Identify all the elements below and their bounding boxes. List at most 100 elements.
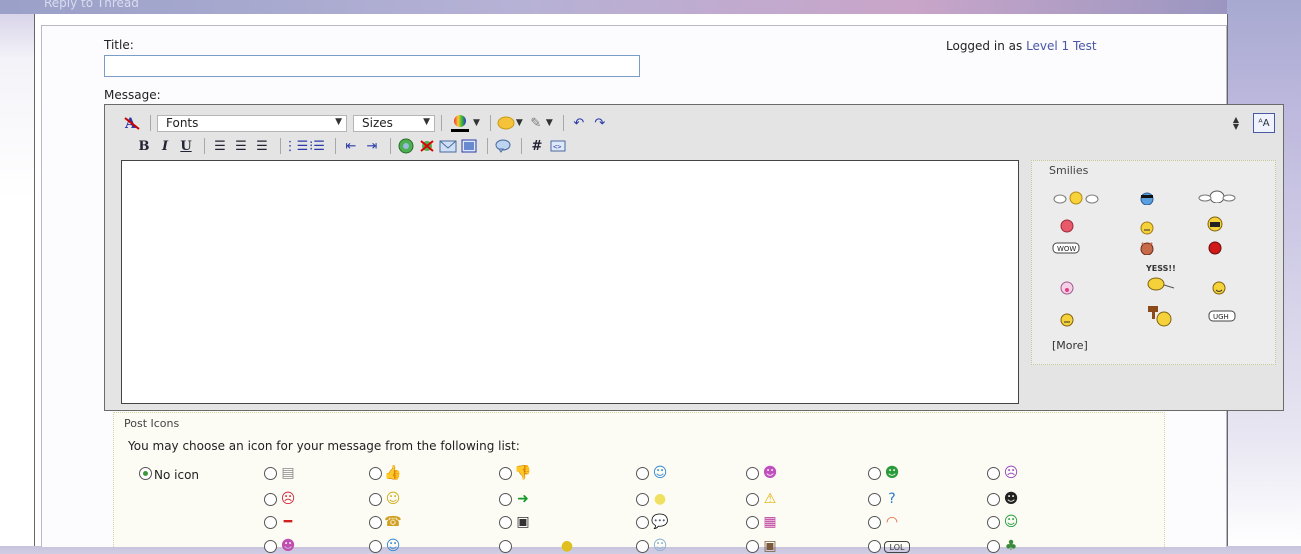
hammer-smilie-icon[interactable]: [1142, 305, 1174, 327]
teeth-icon: ☻: [884, 465, 900, 481]
redo-icon[interactable]: ↷: [591, 114, 609, 132]
bold-icon[interactable]: B: [135, 137, 153, 155]
insert-email-icon[interactable]: [439, 137, 457, 155]
switch-mode-button[interactable]: ᴬA: [1253, 113, 1275, 133]
question-icon: ?: [888, 491, 896, 507]
title-input[interactable]: [104, 55, 640, 77]
post-icon-radio-none[interactable]: [139, 467, 152, 480]
chevron-down-icon[interactable]: ▼: [473, 118, 480, 128]
toolbar-separator: [487, 138, 488, 154]
post-icon-radio-rainbow[interactable]: [868, 516, 881, 529]
post-icon-radio-warning[interactable]: [746, 493, 759, 506]
unordered-list-icon[interactable]: ⁝☰: [308, 137, 326, 155]
resize-arrows-icon[interactable]: ▲ ▼: [1233, 116, 1239, 131]
undo-icon[interactable]: ↶: [570, 114, 588, 132]
post-icon-radio-thumbs-up[interactable]: [369, 467, 382, 480]
post-icon-radio-grin-pink[interactable]: [264, 540, 277, 553]
post-icon-radio-arrow-right[interactable]: [499, 493, 512, 506]
post-icon-radio-blank-yellow[interactable]: [499, 540, 512, 553]
toolbar-separator: [521, 138, 522, 154]
post-icon-radio-rainbow-box[interactable]: [746, 516, 759, 529]
post-icon-radio-laugh-blue[interactable]: [369, 540, 382, 553]
remove-format-icon[interactable]: A: [123, 114, 141, 132]
post-icon-radio-speech[interactable]: [636, 516, 649, 529]
neutral-smilie-icon[interactable]: [1136, 221, 1158, 235]
wave-smilie-icon[interactable]: [1052, 191, 1100, 205]
post-icon-radio-smile[interactable]: [369, 493, 382, 506]
unlink-icon[interactable]: [418, 137, 436, 155]
wow-smilie-icon[interactable]: WOW: [1052, 241, 1080, 255]
post-icon-radio-sad[interactable]: [987, 467, 1000, 480]
size-select[interactable]: Sizes ▼: [353, 114, 435, 132]
underline-icon[interactable]: U: [177, 137, 195, 155]
post-icon-radio-tv-box[interactable]: [746, 540, 759, 553]
happy-smilie-icon[interactable]: [1208, 281, 1230, 295]
toolbar-separator: [441, 115, 442, 131]
post-icon-radio-teeth[interactable]: [868, 467, 881, 480]
thumbs-up-icon: 👍: [384, 465, 402, 481]
insert-image-icon[interactable]: [460, 137, 478, 155]
message-editor: A Fonts ▼ Sizes ▼ ▼ ▼ ✎ ▼ ↶ ↷ B I U ☰: [104, 104, 1284, 411]
arrow-right-icon: ➜: [517, 491, 529, 507]
thumbs-down-icon: 👎: [514, 465, 532, 481]
logged-in-prefix: Logged in as: [946, 39, 1023, 53]
align-right-icon[interactable]: ☰: [253, 137, 271, 155]
align-left-icon[interactable]: ☰: [211, 137, 229, 155]
post-icon-radio-phone[interactable]: [369, 516, 382, 529]
attachment-icon[interactable]: ✎: [527, 114, 545, 132]
sad-icon: ☹: [1003, 465, 1019, 481]
post-icon-radio-mad[interactable]: [264, 493, 277, 506]
code-icon[interactable]: <>: [549, 137, 567, 155]
doc-icon: ▤: [281, 465, 295, 481]
ordered-list-icon[interactable]: ⋮☰: [284, 137, 309, 155]
post-icon-radio-thumbs-down[interactable]: [499, 467, 512, 480]
text-color-icon[interactable]: [448, 114, 472, 132]
mad-smilie-icon[interactable]: [1056, 219, 1078, 233]
post-icon-radio-lightbulb[interactable]: [636, 493, 649, 506]
align-center-icon[interactable]: ☰: [232, 137, 250, 155]
size-select-value: Sizes: [362, 116, 393, 130]
ugh-smilie-icon[interactable]: UGH: [1208, 309, 1236, 323]
post-icon-radio-wink[interactable]: [636, 467, 649, 480]
smilie-insert-icon[interactable]: [497, 114, 515, 132]
speech-icon: 💬: [651, 514, 669, 530]
smilies-legend: Smilies: [1049, 164, 1089, 177]
chevron-down-icon[interactable]: ▼: [546, 118, 553, 128]
yess-smilie-icon[interactable]: [1142, 277, 1176, 291]
angry-red-smilie-icon[interactable]: [1204, 241, 1226, 255]
font-select[interactable]: Fonts ▼: [157, 114, 347, 132]
post-icon-radio-question[interactable]: [868, 493, 881, 506]
more-smilies-link[interactable]: [More]: [1052, 339, 1088, 352]
post-icon-radio-clover[interactable]: [987, 540, 1000, 553]
toolbar-separator: [335, 138, 336, 154]
quote-icon[interactable]: [494, 137, 512, 155]
post-icon-radio-dash[interactable]: [264, 516, 277, 529]
post-icon-radio-wave-smile[interactable]: [987, 516, 1000, 529]
post-icon-radio-cool[interactable]: [987, 493, 1000, 506]
eek-smilie-icon[interactable]: [1056, 313, 1078, 327]
cool-icon: ☻: [1003, 491, 1019, 507]
angel-smilie-icon[interactable]: [1198, 189, 1236, 203]
toolbar-separator: [562, 115, 564, 131]
yell-smilie-icon[interactable]: [1204, 216, 1226, 232]
cool-smilie-icon[interactable]: [1136, 191, 1158, 205]
devil-smilie-icon[interactable]: [1136, 241, 1158, 255]
chevron-down-icon: ▼: [423, 116, 430, 127]
post-icons-description: You may choose an icon for your message …: [128, 439, 520, 453]
insert-link-icon[interactable]: [397, 137, 415, 155]
smile-icon: ☺: [385, 491, 401, 507]
logged-in-user-link[interactable]: Level 1 Test: [1026, 39, 1097, 53]
post-icon-radio-grin-purple[interactable]: [746, 467, 759, 480]
indent-icon[interactable]: ⇥: [363, 137, 381, 155]
post-icon-radio-lol[interactable]: [868, 540, 881, 553]
hashtag-icon[interactable]: #: [528, 137, 546, 155]
kiss-smilie-icon[interactable]: [1056, 281, 1078, 295]
outdent-icon[interactable]: ⇤: [342, 137, 360, 155]
italic-icon[interactable]: I: [156, 137, 174, 155]
chevron-down-icon[interactable]: ▼: [516, 118, 523, 128]
post-icon-radio-doc[interactable]: [264, 467, 277, 480]
message-textarea[interactable]: [121, 160, 1019, 404]
post-icon-radio-angel[interactable]: [636, 540, 649, 553]
toolbar-separator: [390, 138, 391, 154]
post-icon-radio-camera[interactable]: [499, 516, 512, 529]
